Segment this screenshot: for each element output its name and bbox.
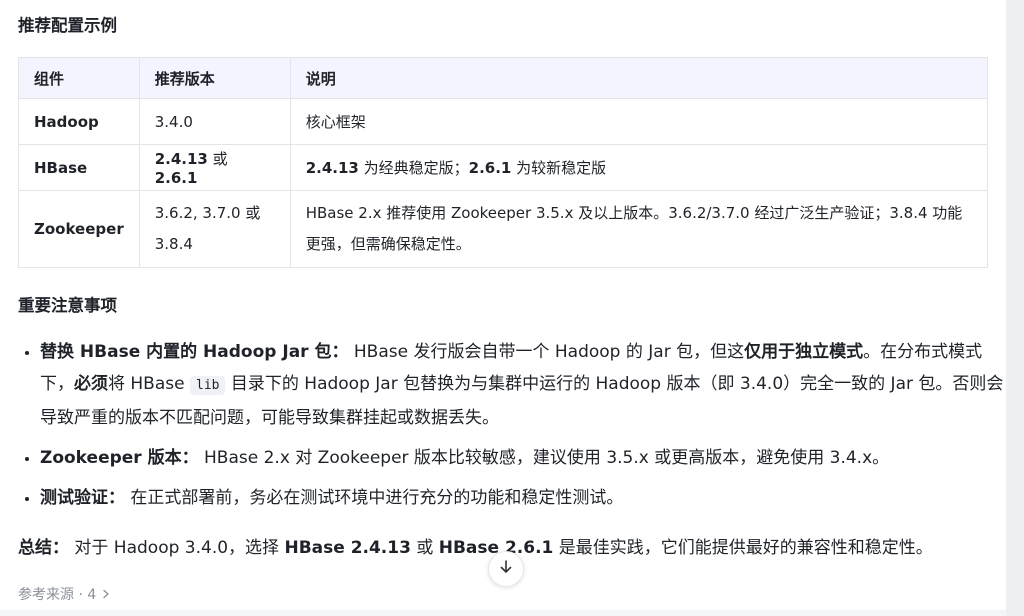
section-title-notes: 重要注意事项 bbox=[18, 296, 117, 315]
cell-version: 3.6.2, 3.7.0 或 3.8.4 bbox=[138, 190, 291, 268]
note-bold-a: 2.4.13 bbox=[305, 159, 359, 177]
note-bold-b: 2.6.1 bbox=[468, 159, 512, 177]
note-text: 在正式部署前，务必在测试环境中进行充分的功能和稳定性测试。 bbox=[125, 488, 624, 508]
note-text: HBase 发行版会自带一个 Hadoop 的 Jar 包，但这 bbox=[348, 342, 745, 362]
note-title: Zookeeper 版本： bbox=[40, 448, 199, 468]
summary-text: 是最佳实践，它们能提供最好的兼容性和稳定性。 bbox=[553, 538, 933, 558]
notes-list: 替换 HBase 内置的 Hadoop Jar 包： HBase 发行版会自带一… bbox=[18, 336, 1015, 522]
note-text: HBase 2.x 对 Zookeeper 版本比较敏感，建议使用 3.5.x … bbox=[198, 448, 890, 468]
version-line-2: 3.8.4 bbox=[154, 235, 193, 253]
summary-label: 总结： bbox=[18, 538, 69, 558]
note-text: 将 HBase bbox=[108, 374, 190, 394]
version-line-1: 3.6.2, 3.7.0 或 bbox=[154, 204, 261, 222]
config-table: 组件 推荐版本 说明 Hadoop 3.4.0 核心框架 HBase 2.4.1… bbox=[18, 57, 989, 268]
note-emphasis: 仅用于独立模式 bbox=[744, 342, 864, 362]
note-title: 测试验证： bbox=[40, 488, 125, 508]
cell-component: Zookeeper bbox=[18, 190, 140, 268]
sources-label: 参考来源 · 4 bbox=[18, 587, 97, 603]
cell-component: HBase bbox=[18, 144, 140, 191]
list-item: 测试验证： 在正式部署前，务必在测试环境中进行充分的功能和稳定性测试。 bbox=[40, 482, 1015, 514]
table-row: Hadoop 3.4.0 核心框架 bbox=[18, 98, 989, 145]
cell-description: HBase 2.x 推荐使用 Zookeeper 3.5.x 及以上版本。3.6… bbox=[289, 190, 989, 268]
note-text-a: 为经典稳定版； bbox=[358, 159, 469, 177]
sources-link[interactable]: 参考来源 · 4 bbox=[18, 584, 111, 604]
scrollbar-track[interactable] bbox=[1006, 0, 1024, 616]
header-component: 组件 bbox=[18, 57, 140, 99]
list-item: Zookeeper 版本： HBase 2.x 对 Zookeeper 版本比较… bbox=[40, 442, 1015, 474]
scroll-down-button[interactable] bbox=[488, 551, 524, 587]
cell-version: 3.4.0 bbox=[138, 98, 291, 145]
header-version: 推荐版本 bbox=[138, 57, 291, 99]
arrow-down-icon bbox=[498, 559, 514, 579]
section-title-config: 推荐配置示例 bbox=[18, 16, 117, 35]
note-line-1: HBase 2.x 推荐使用 Zookeeper 3.5.x 及以上版本。3.6… bbox=[305, 204, 963, 222]
version-or: 或 bbox=[207, 150, 228, 168]
cell-description: 核心框架 bbox=[289, 98, 989, 145]
list-item: 替换 HBase 内置的 Hadoop Jar 包： HBase 发行版会自带一… bbox=[40, 336, 1015, 434]
note-text-b: 为较新稳定版 bbox=[511, 159, 607, 177]
cell-component: Hadoop bbox=[18, 98, 140, 145]
cell-version: 2.4.13 或 2.6.1 bbox=[138, 144, 291, 191]
summary-emphasis: HBase 2.4.13 bbox=[284, 538, 411, 558]
note-line-2: 更强，但需确保稳定性。 bbox=[305, 235, 471, 253]
header-description: 说明 bbox=[289, 57, 989, 99]
table-header-row: 组件 推荐版本 说明 bbox=[18, 57, 989, 99]
note-emphasis: 必须 bbox=[74, 374, 108, 394]
cell-description: 2.4.13 为经典稳定版；2.6.1 为较新稳定版 bbox=[289, 144, 989, 191]
chevron-right-icon bbox=[101, 587, 111, 603]
summary-text: 对于 Hadoop 3.4.0，选择 bbox=[69, 538, 285, 558]
inline-code-lib: lib bbox=[190, 376, 226, 395]
content-panel: 推荐配置示例 组件 推荐版本 说明 Hadoop 3.4.0 核心框架 HBas… bbox=[0, 0, 1006, 610]
note-title: 替换 HBase 内置的 Hadoop Jar 包： bbox=[40, 342, 349, 362]
summary-text: 或 bbox=[410, 538, 439, 558]
table-row: Zookeeper 3.6.2, 3.7.0 或 3.8.4 HBase 2.x … bbox=[18, 190, 989, 268]
version-bold-a: 2.4.13 bbox=[154, 150, 208, 168]
table-row: HBase 2.4.13 或 2.6.1 2.4.13 为经典稳定版；2.6.1… bbox=[18, 144, 989, 191]
version-bold-b: 2.6.1 bbox=[154, 169, 198, 187]
